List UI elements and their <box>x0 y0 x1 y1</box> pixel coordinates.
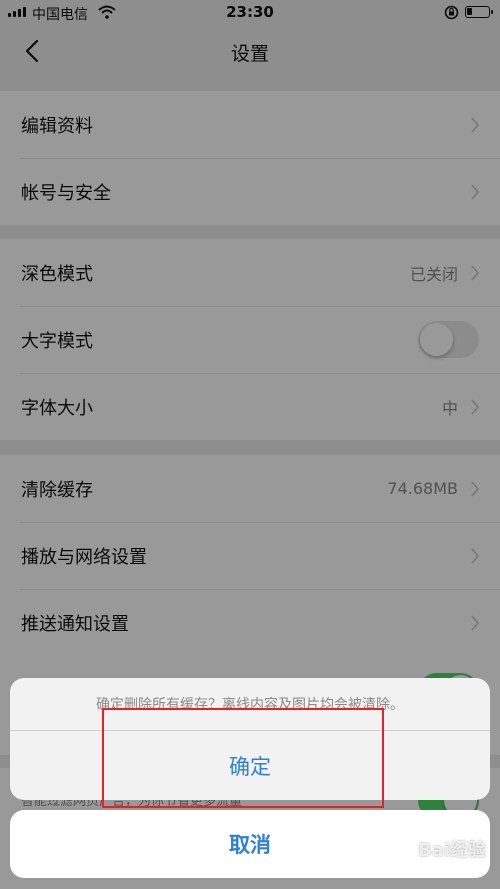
baidu-jingyan-watermark: Bai经验 <box>417 840 486 861</box>
annotation-highlight-box <box>102 708 384 808</box>
settings-page: 中国电信 23:30 设置 编辑资料 帐号与安全 深色模式 已关闭 大字模式 字… <box>0 0 500 889</box>
